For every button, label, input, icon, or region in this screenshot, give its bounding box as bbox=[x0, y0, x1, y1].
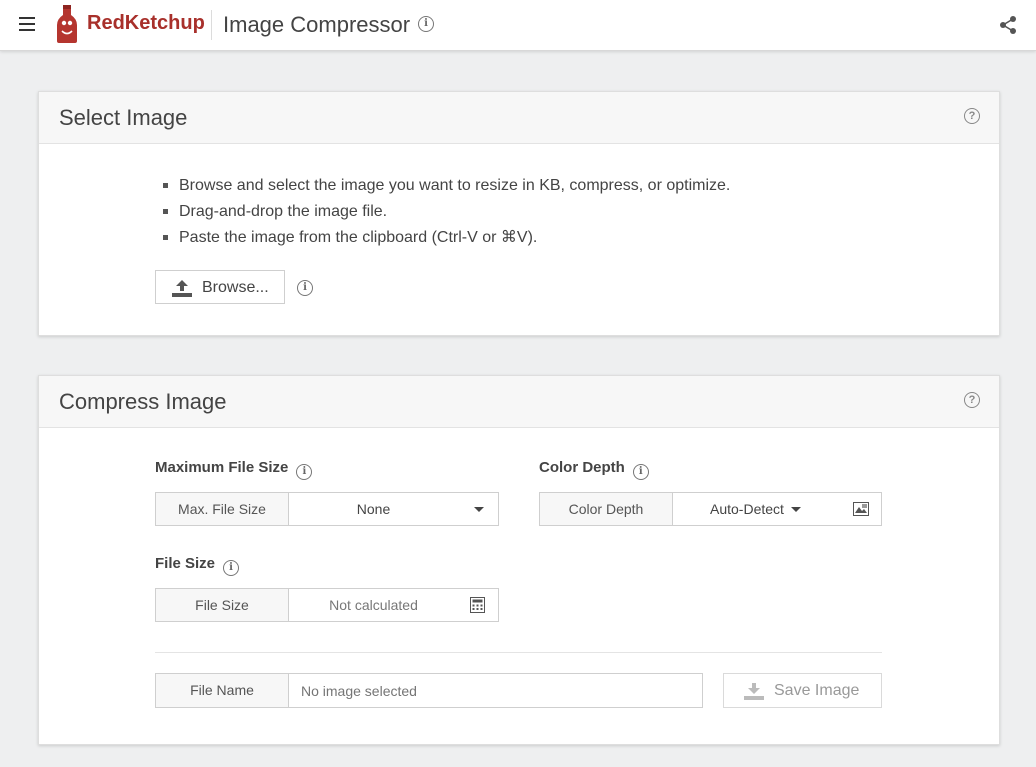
info-icon[interactable]: i bbox=[297, 280, 313, 296]
save-image-label: Save Image bbox=[774, 682, 860, 699]
list-item-text: Browse and select the image you want to … bbox=[179, 177, 731, 194]
heading-text: Color Depth bbox=[539, 459, 625, 476]
image-palette-icon[interactable] bbox=[853, 502, 869, 516]
bullet-icon bbox=[163, 235, 168, 240]
max-file-size-select[interactable]: Max. File Size None bbox=[155, 492, 499, 526]
card-title: Select Image bbox=[59, 105, 188, 130]
upload-icon bbox=[172, 280, 192, 297]
list-item-text: Drag-and-drop the image file. bbox=[179, 203, 388, 220]
menu-icon[interactable] bbox=[19, 17, 35, 31]
info-icon[interactable]: i bbox=[296, 464, 313, 480]
top-bar: RedKetchup Image Compressor i bbox=[0, 0, 1036, 51]
divider bbox=[155, 652, 882, 653]
file-name-input[interactable] bbox=[289, 674, 689, 707]
help-icon[interactable]: ? bbox=[964, 392, 980, 408]
card-title: Compress Image bbox=[59, 389, 227, 414]
bullet-icon bbox=[163, 183, 168, 188]
share-icon[interactable] bbox=[999, 15, 1017, 35]
save-image-button[interactable]: Save Image bbox=[723, 673, 882, 708]
list-item: Drag-and-drop the image file. bbox=[163, 202, 730, 228]
browse-button[interactable]: Browse... bbox=[155, 270, 285, 304]
card-header: Select Image ? bbox=[39, 92, 999, 144]
select-image-card: Select Image ? Browse and select the ima… bbox=[38, 91, 1000, 336]
file-name-field[interactable]: File Name bbox=[155, 673, 703, 708]
file-size-heading: File Size i bbox=[155, 555, 240, 576]
color-depth-heading: Color Depth i bbox=[539, 459, 649, 480]
max-file-size-addon: Max. File Size bbox=[156, 493, 289, 525]
download-icon bbox=[744, 683, 764, 700]
instruction-list: Browse and select the image you want to … bbox=[163, 176, 731, 254]
header-divider bbox=[211, 10, 212, 40]
file-size-field: File Size Not calculated bbox=[155, 588, 499, 622]
heading-text: Maximum File Size bbox=[155, 459, 289, 476]
heading-text: File Size bbox=[155, 555, 216, 572]
card-header: Compress Image ? bbox=[39, 376, 999, 428]
max-file-size-heading: Maximum File Size i bbox=[155, 459, 313, 480]
compress-image-card: Compress Image ? Maximum File Size i Max.… bbox=[38, 375, 1000, 745]
color-depth-value: Auto-Detect bbox=[710, 501, 784, 517]
chevron-down-icon bbox=[474, 507, 484, 512]
list-item: Browse and select the image you want to … bbox=[163, 176, 731, 202]
list-item: Paste the image from the clipboard (Ctrl… bbox=[163, 228, 730, 254]
color-depth-select[interactable]: Color Depth Auto-Detect bbox=[539, 492, 882, 526]
brand-name[interactable]: RedKetchup bbox=[87, 12, 205, 35]
info-icon[interactable]: i bbox=[418, 16, 434, 32]
browse-label: Browse... bbox=[202, 279, 269, 296]
info-icon[interactable]: i bbox=[632, 464, 649, 480]
calculator-icon[interactable] bbox=[470, 597, 485, 613]
max-file-size-value: None bbox=[356, 501, 391, 517]
page-title: Image Compressor bbox=[223, 12, 411, 37]
color-depth-addon: Color Depth bbox=[540, 493, 673, 525]
chevron-down-icon bbox=[791, 507, 801, 512]
file-size-value: Not calculated bbox=[329, 597, 418, 613]
bullet-icon bbox=[163, 209, 168, 214]
file-size-addon: File Size bbox=[156, 589, 289, 621]
info-icon[interactable]: i bbox=[223, 560, 240, 576]
bottle-logo-icon[interactable] bbox=[55, 5, 79, 43]
help-icon[interactable]: ? bbox=[964, 108, 980, 124]
file-name-addon: File Name bbox=[156, 674, 289, 707]
list-item-text: Paste the image from the clipboard (Ctrl… bbox=[179, 229, 538, 246]
